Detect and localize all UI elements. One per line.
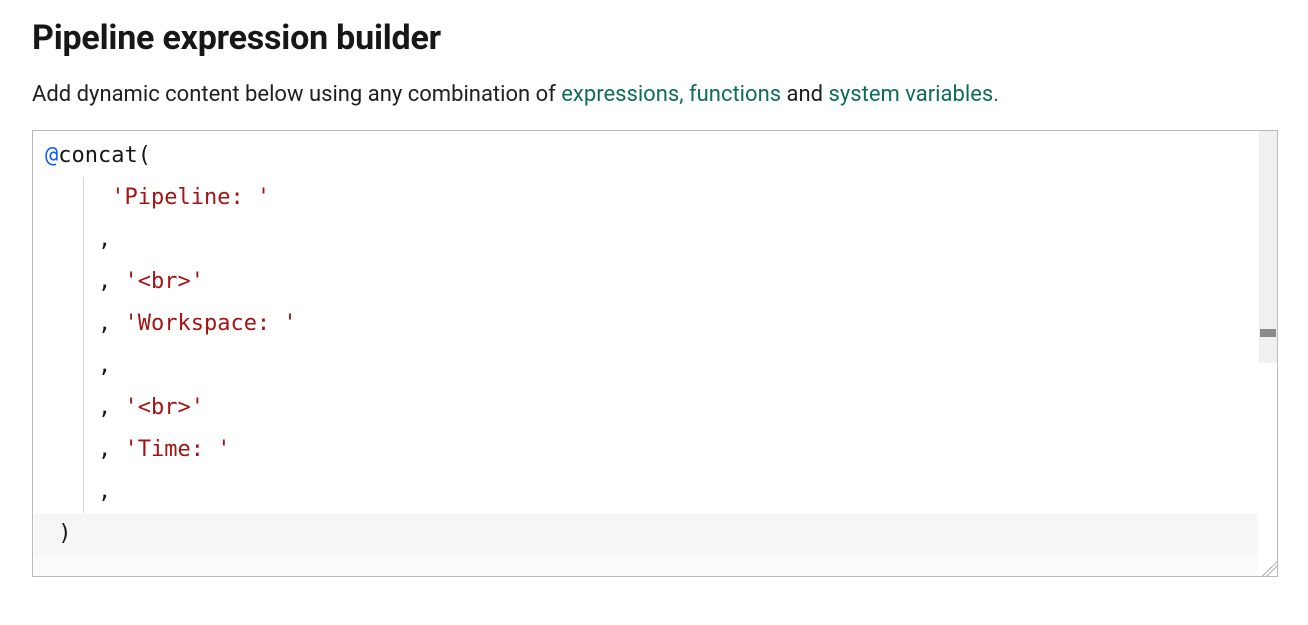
code-line[interactable]: 'Pipeline: ' bbox=[45, 185, 270, 210]
functions-link[interactable]: functions bbox=[689, 82, 781, 107]
code-token bbox=[45, 311, 98, 336]
code-token bbox=[45, 395, 98, 420]
code-token: , bbox=[98, 269, 111, 294]
code-line[interactable]: , '<br>' bbox=[45, 395, 204, 420]
code-token bbox=[45, 437, 98, 462]
code-token bbox=[45, 479, 98, 504]
code-line[interactable]: , bbox=[45, 479, 111, 504]
subtitle-text: Add dynamic content below using any comb… bbox=[32, 80, 1276, 110]
system-variables-link[interactable]: system variables. bbox=[829, 82, 1000, 107]
code-token: ( bbox=[138, 143, 151, 168]
code-line[interactable]: , bbox=[45, 227, 111, 252]
code-token: , bbox=[98, 227, 111, 252]
code-token bbox=[111, 437, 124, 462]
code-token: , bbox=[98, 479, 111, 504]
code-token: concat bbox=[58, 143, 137, 168]
editor-vertical-scrollbar[interactable] bbox=[1259, 131, 1277, 576]
code-line[interactable]: ) bbox=[45, 521, 72, 546]
code-token: , bbox=[98, 437, 111, 462]
code-token bbox=[45, 185, 111, 210]
page-title: Pipeline expression builder bbox=[32, 18, 1276, 58]
code-token bbox=[45, 227, 98, 252]
code-token: @ bbox=[45, 143, 58, 168]
code-token: 'Workspace: ' bbox=[124, 311, 296, 336]
code-token bbox=[45, 353, 98, 378]
editor-scrollbar-track-lower bbox=[1259, 363, 1277, 576]
editor-scrollbar-thumb[interactable] bbox=[1260, 329, 1276, 337]
code-token: , bbox=[98, 311, 111, 336]
code-token: 'Time: ' bbox=[124, 437, 230, 462]
code-token: , bbox=[98, 395, 111, 420]
code-token: 'Pipeline: ' bbox=[111, 185, 270, 210]
code-line[interactable]: , bbox=[45, 353, 111, 378]
code-token: '<br>' bbox=[124, 395, 203, 420]
expression-editor[interactable]: @concat( 'Pipeline: ' , , '<br>' , 'Work… bbox=[32, 130, 1278, 577]
code-line[interactable]: , 'Workspace: ' bbox=[45, 311, 297, 336]
code-line[interactable]: , '<br>' bbox=[45, 269, 204, 294]
code-token bbox=[111, 311, 124, 336]
code-token bbox=[45, 521, 58, 546]
subtitle-middle: and bbox=[787, 82, 829, 107]
code-token: ) bbox=[58, 521, 71, 546]
code-token: '<br>' bbox=[124, 269, 203, 294]
expression-code[interactable]: @concat( 'Pipeline: ' , , '<br>' , 'Work… bbox=[33, 131, 1259, 563]
subtitle-prefix: Add dynamic content below using any comb… bbox=[32, 82, 561, 107]
code-token bbox=[111, 269, 124, 294]
code-line[interactable]: @concat( bbox=[45, 143, 151, 168]
expressions-link[interactable]: expressions, bbox=[561, 82, 683, 107]
code-token: , bbox=[98, 353, 111, 378]
code-token bbox=[45, 269, 98, 294]
code-line[interactable]: , 'Time: ' bbox=[45, 437, 230, 462]
code-token bbox=[111, 395, 124, 420]
